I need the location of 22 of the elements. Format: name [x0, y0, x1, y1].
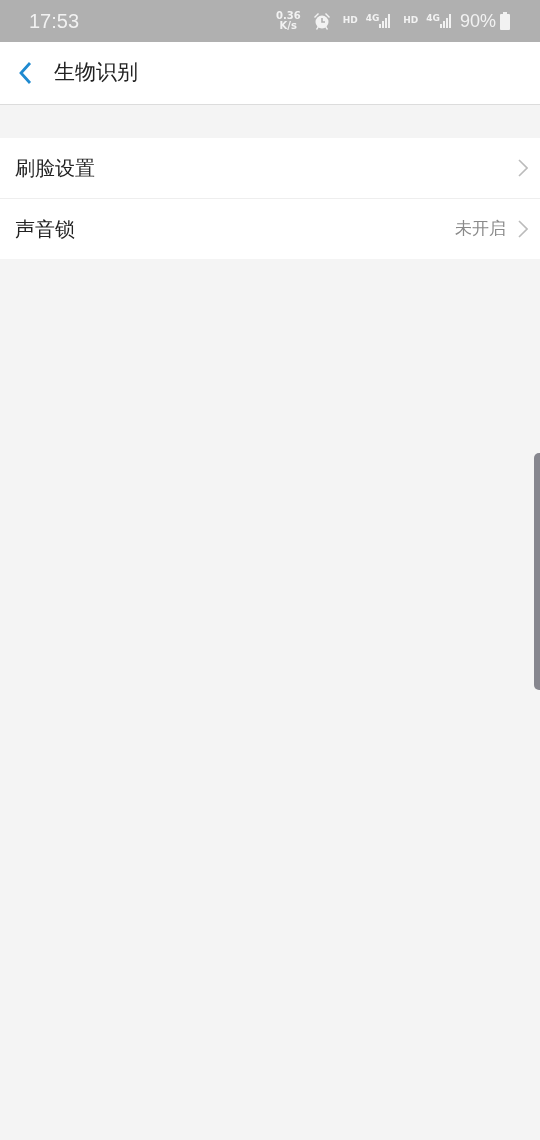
net-speed-unit: K/s [278, 21, 298, 31]
chevron-right-icon [518, 220, 528, 238]
signal-icon [439, 14, 452, 28]
row-label: 声音锁 [15, 216, 75, 243]
row-value: 未开启 [455, 217, 506, 241]
alarm-icon [312, 12, 331, 30]
battery-percent: 90% [459, 9, 496, 33]
network-type: 4G [365, 14, 380, 23]
row-label: 刷脸设置 [15, 155, 95, 182]
scroll-handle[interactable] [534, 453, 540, 690]
page-title: 生物识别 [54, 59, 138, 87]
back-icon[interactable] [18, 61, 32, 85]
settings-row[interactable]: 声音锁 未开启 [0, 198, 540, 259]
network-label: HD [342, 14, 358, 28]
battery-icon [500, 12, 510, 30]
signal-icon [379, 14, 392, 28]
settings-row[interactable]: 刷脸设置 [0, 138, 540, 198]
clock-time: 17:53 [29, 9, 80, 34]
net-speed: 0.36 [275, 11, 301, 21]
network-type: 4G [426, 14, 440, 23]
chevron-right-icon [518, 159, 528, 177]
network-label: HD [403, 14, 419, 28]
